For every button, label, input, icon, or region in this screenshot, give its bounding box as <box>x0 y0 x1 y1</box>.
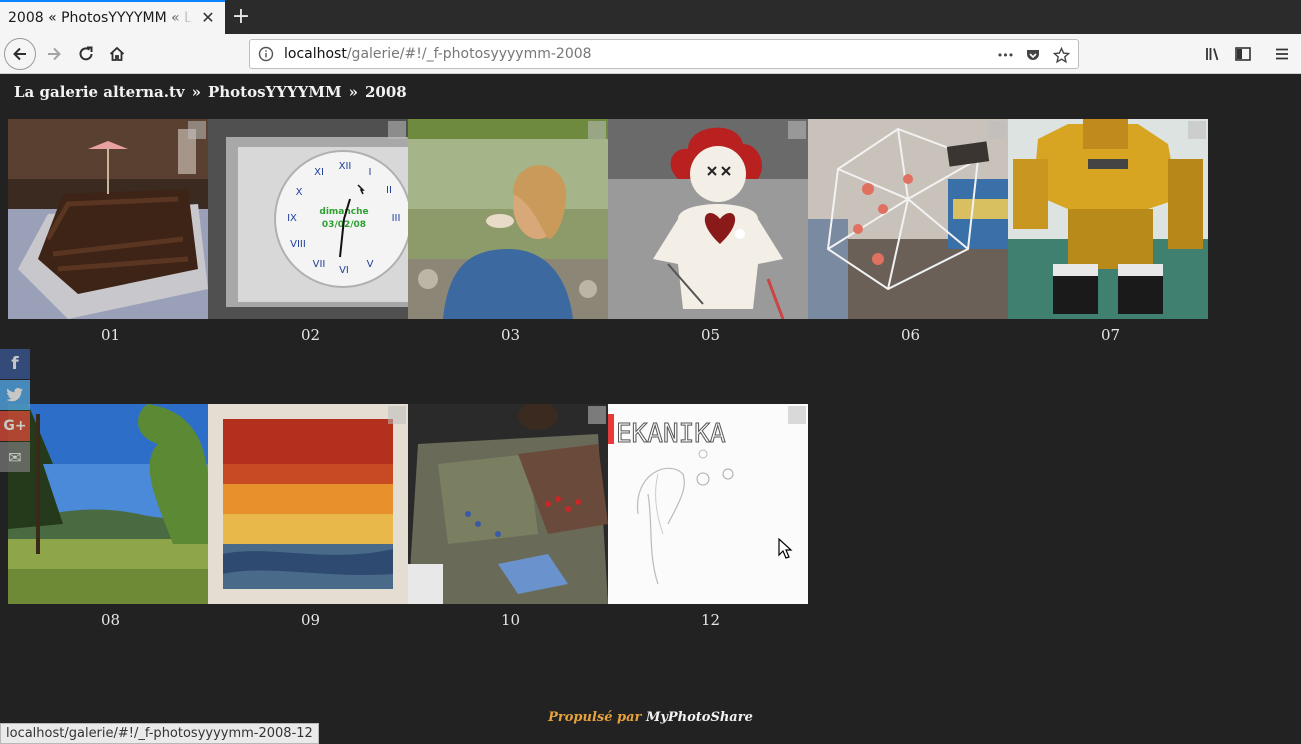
expand-icon[interactable] <box>1188 121 1206 139</box>
svg-text:VII: VII <box>313 259 326 270</box>
pocket-icon[interactable] <box>1022 44 1044 66</box>
address-bar[interactable]: localhost/galerie/#!/_f-photosyyyymm-200… <box>249 39 1079 69</box>
chocolate-cake-image <box>8 119 208 319</box>
expand-icon[interactable] <box>388 121 406 139</box>
svg-text:VI: VI <box>339 265 349 276</box>
expand-icon[interactable] <box>188 121 206 139</box>
svg-text:XI: XI <box>314 167 324 178</box>
album-label[interactable]: 05 <box>608 326 813 344</box>
sidebar-button[interactable] <box>1229 40 1257 68</box>
breadcrumb-separator: » <box>191 83 201 101</box>
album-label[interactable]: 02 <box>208 326 413 344</box>
reload-button[interactable] <box>70 38 102 70</box>
sidebar-icon <box>1235 47 1251 61</box>
menu-button[interactable] <box>1268 40 1296 68</box>
forward-button[interactable] <box>38 38 70 70</box>
google-plus-icon[interactable]: G+ <box>0 411 30 441</box>
tab-active[interactable]: 2008 « PhotosYYYYMM « La galerie alterna… <box>0 0 225 34</box>
svg-text:VIII: VIII <box>290 239 306 250</box>
expand-icon[interactable] <box>388 406 406 424</box>
album-thumb-09[interactable] <box>208 404 408 604</box>
url-host: localhost <box>284 46 347 62</box>
footer-link[interactable]: MyPhotoShare <box>646 710 753 725</box>
back-button[interactable] <box>4 38 36 70</box>
album-label[interactable]: 03 <box>408 326 613 344</box>
tab-close-icon[interactable]: ✕ <box>199 9 217 27</box>
album-label[interactable]: 06 <box>808 326 1013 344</box>
arrow-right-icon <box>48 47 61 61</box>
expand-icon[interactable] <box>588 406 606 424</box>
bookmark-star-icon[interactable] <box>1050 44 1072 66</box>
reload-icon <box>79 46 93 61</box>
navigation-toolbar: localhost/galerie/#!/_f-photosyyyymm-200… <box>0 34 1301 74</box>
facebook-icon[interactable]: f <box>0 349 30 379</box>
library-icon <box>1206 48 1219 61</box>
expand-icon[interactable] <box>788 406 806 424</box>
voodoo-doll-image <box>608 119 808 319</box>
svg-text:IX: IX <box>287 213 297 224</box>
arrow-left-icon <box>13 47 26 61</box>
svg-text:X: X <box>296 187 303 198</box>
breadcrumb-gallery[interactable]: La galerie alterna.tv <box>14 83 185 101</box>
new-tab-icon[interactable]: + <box>231 3 251 31</box>
album-thumb-03[interactable] <box>408 119 608 319</box>
svg-text:I: I <box>369 167 372 178</box>
info-icon[interactable] <box>258 46 274 62</box>
expand-icon[interactable] <box>988 121 1006 139</box>
album-thumb-07[interactable] <box>1008 119 1208 319</box>
album-thumb-10[interactable] <box>408 404 608 604</box>
sunset-painting-image <box>208 404 408 604</box>
album-thumb-01[interactable] <box>8 119 208 319</box>
url-path: /galerie/#!/_f-photosyyyymm-2008 <box>346 46 592 62</box>
page-actions-icon[interactable]: ••• <box>994 44 1016 66</box>
breadcrumb-current: 2008 <box>364 83 407 101</box>
geometric-sculpture-image <box>808 119 1008 319</box>
robot-miniature-image <box>1008 119 1208 319</box>
album-thumb-05[interactable] <box>608 119 808 319</box>
album-label[interactable]: 01 <box>8 326 213 344</box>
twitter-icon[interactable] <box>0 380 30 410</box>
album-label[interactable]: 10 <box>408 611 613 629</box>
clock-image: XIIIII IIIVVI VIIVIIIIX XXI dimanche 03/… <box>208 119 408 319</box>
album-thumb-08[interactable] <box>8 404 208 604</box>
footer-prefix: Propulsé par <box>548 710 642 725</box>
tabletop-wargame-image <box>408 404 608 604</box>
svg-text:XII: XII <box>339 161 352 172</box>
album-thumb-12[interactable]: EKANIKA <box>608 404 808 604</box>
url-actions: ••• <box>994 44 1072 66</box>
mouse-cursor-icon <box>778 538 793 559</box>
library-button[interactable] <box>1199 40 1227 68</box>
album-label[interactable]: 09 <box>208 611 413 629</box>
expand-icon[interactable] <box>788 121 806 139</box>
breadcrumb-folder[interactable]: PhotosYYYYMM <box>208 83 342 101</box>
clock-date-day: dimanche <box>319 207 368 217</box>
breadcrumb-separator: » <box>348 83 358 101</box>
meadow-image <box>8 404 208 604</box>
svg-text:III: III <box>392 213 401 224</box>
album-thumb-02[interactable]: XIIIII IIIVVI VIIVIIIIX XXI dimanche 03/… <box>208 119 408 319</box>
hamburger-menu-icon <box>1276 48 1288 60</box>
status-bar-url: localhost/galerie/#!/_f-photosyyyymm-200… <box>0 723 319 744</box>
album-label[interactable]: 08 <box>8 611 213 629</box>
home-button[interactable] <box>101 38 133 70</box>
svg-text:V: V <box>367 259 374 270</box>
album-thumb-06[interactable] <box>808 119 1008 319</box>
url-text[interactable]: localhost/galerie/#!/_f-photosyyyymm-200… <box>284 46 592 62</box>
breadcrumb: La galerie alterna.tv » PhotosYYYYMM » 2008 <box>14 83 407 101</box>
tab-bar: 2008 « PhotosYYYYMM « La galerie alterna… <box>0 0 1301 34</box>
album-label[interactable]: 12 <box>608 611 813 629</box>
email-icon[interactable]: ✉ <box>0 442 30 472</box>
expand-icon[interactable] <box>588 121 606 139</box>
woman-by-river-image <box>408 119 608 319</box>
svg-text:II: II <box>386 185 392 196</box>
album-label[interactable]: 07 <box>1008 326 1213 344</box>
social-share-bar: f G+ ✉ <box>0 349 30 473</box>
sketch-text: EKANIKA <box>616 419 726 449</box>
tab-title: 2008 « PhotosYYYYMM « La galerie alterna… <box>8 10 193 26</box>
sketch-drawing-image: EKANIKA <box>608 404 808 604</box>
home-icon <box>109 46 125 61</box>
